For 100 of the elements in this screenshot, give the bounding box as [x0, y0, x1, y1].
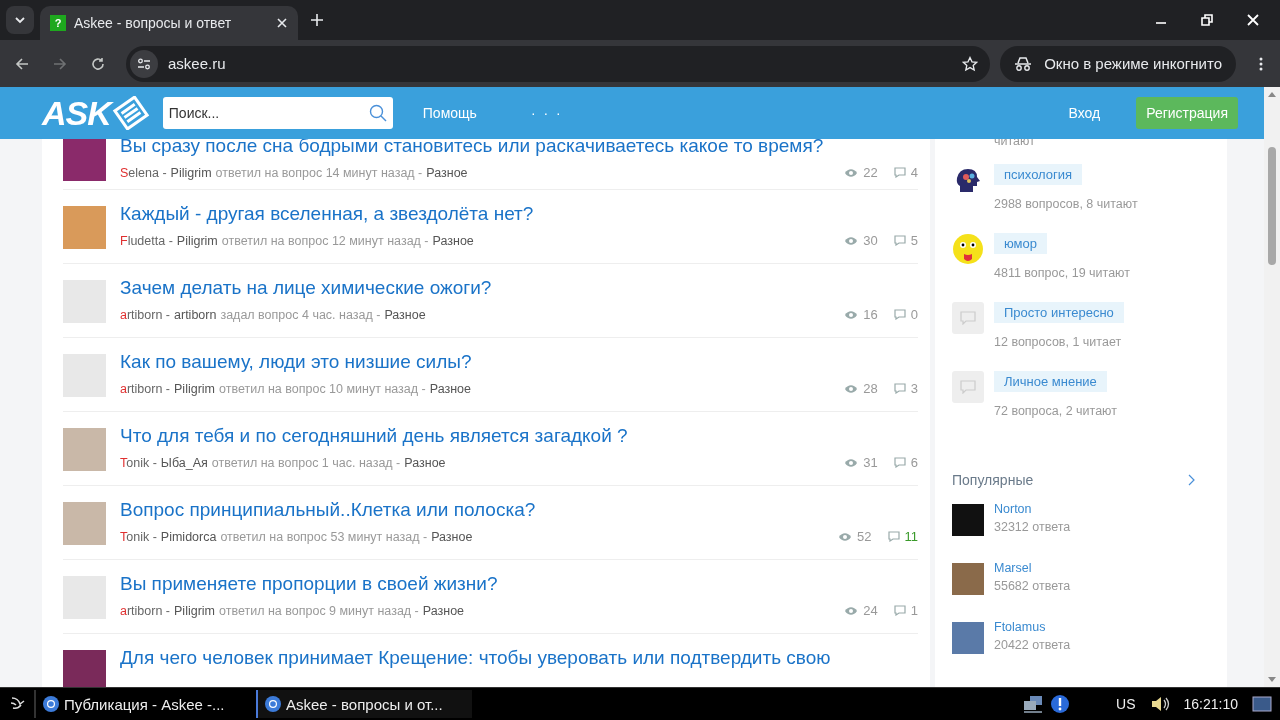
- restore-icon[interactable]: [1200, 13, 1214, 27]
- question-link[interactable]: Зачем делать на лице химические ожоги?: [120, 277, 918, 299]
- tab-list-button[interactable]: [6, 6, 34, 34]
- category-link[interactable]: Разное: [426, 165, 468, 180]
- user-link[interactable]: Ftolamus: [994, 619, 1071, 634]
- user-link[interactable]: artiborn: [174, 307, 217, 322]
- taskbar-button[interactable]: Публикация - Askee -...: [34, 690, 250, 718]
- answer-stats: 20422 ответа: [994, 637, 1071, 652]
- activity-text: ответил на вопрос 53 минут назад -: [220, 529, 428, 544]
- clock[interactable]: 16:21:10: [1183, 696, 1238, 712]
- search-field[interactable]: Поиск...: [162, 97, 393, 129]
- author-link[interactable]: Selena -: [120, 165, 167, 180]
- topic-tag[interactable]: Просто интересно: [994, 301, 1124, 323]
- question-link[interactable]: Как по вашему, люди это низшие силы?: [120, 351, 918, 373]
- reload-icon[interactable]: [90, 55, 106, 72]
- category-link[interactable]: Разное: [431, 529, 473, 544]
- browser-icon: [264, 695, 282, 713]
- avatar-placeholder[interactable]: [952, 503, 984, 536]
- task-label: Askee - вопросы и от...: [286, 695, 443, 713]
- topic-tag[interactable]: юмор: [994, 232, 1047, 254]
- category-link[interactable]: Разное: [422, 603, 465, 618]
- topic-tag[interactable]: Личное мнение: [994, 370, 1107, 392]
- taskbar-button[interactable]: Askee - вопросы и от...: [256, 690, 472, 718]
- scroll-up-icon[interactable]: [1268, 91, 1276, 97]
- eye-icon: [844, 235, 859, 246]
- question-link[interactable]: Вы применяете пропорции в своей жизни?: [120, 573, 918, 595]
- eye-icon: [838, 531, 853, 542]
- user-link[interactable]: Piligrim: [170, 165, 212, 180]
- user-link[interactable]: Piligrim: [174, 603, 215, 618]
- view-count: 30: [863, 233, 878, 248]
- incognito-icon: [1014, 56, 1033, 71]
- new-tab-icon[interactable]: [310, 13, 324, 27]
- view-count: 24: [863, 603, 878, 618]
- scrollbar-thumb[interactable]: [1268, 147, 1276, 265]
- question-link[interactable]: Для чего человек принимает Крещение: чтобы уверовать или подтвердить свою: [120, 647, 918, 669]
- category-link[interactable]: Разное: [432, 233, 474, 248]
- user-link[interactable]: Norton: [994, 501, 1071, 516]
- topic-stats: читают: [994, 139, 1036, 148]
- address-bar[interactable]: askee.ru: [126, 45, 991, 82]
- topic-comment-icon: [952, 301, 984, 334]
- eye-icon: [844, 167, 859, 178]
- eye-icon: [844, 457, 859, 468]
- user-link[interactable]: Piligrim: [174, 381, 215, 396]
- activity-text: ответил на вопрос 1 час. назад -: [211, 455, 401, 470]
- comment-icon: [887, 531, 900, 542]
- close-window-icon[interactable]: [1246, 13, 1260, 27]
- topic-stats: 4811 вопрос, 19 читают: [994, 265, 1130, 280]
- author-link[interactable]: artiborn -: [120, 603, 171, 618]
- author-link[interactable]: Tonik -: [120, 529, 157, 544]
- answer-count: 11: [904, 529, 918, 544]
- smiley-icon: [952, 232, 984, 265]
- user-link[interactable]: Marsel: [994, 560, 1071, 575]
- category-link[interactable]: Разное: [384, 307, 426, 322]
- activity-text: задал вопрос 4 час. назад -: [220, 307, 381, 322]
- category-link[interactable]: Разное: [404, 455, 446, 470]
- answer-count: 3: [910, 381, 918, 396]
- user-link[interactable]: Piligrim: [176, 233, 218, 248]
- author-link[interactable]: artiborn -: [120, 307, 171, 322]
- view-count: 31: [863, 455, 878, 470]
- keyboard-layout[interactable]: US: [1116, 696, 1136, 712]
- author-link[interactable]: Tonik -: [120, 455, 157, 470]
- tab-title: Askee - вопросы и ответ: [74, 15, 233, 31]
- author-link[interactable]: Fludetta -: [120, 233, 173, 248]
- author-link[interactable]: artiborn -: [120, 381, 171, 396]
- answer-stats: 55682 ответа: [994, 578, 1071, 593]
- comment-icon: [893, 167, 906, 178]
- question-link[interactable]: Вопрос принципиальный..Клетка или полоска?: [120, 499, 918, 521]
- question-link[interactable]: Каждый - другая вселенная, а звездолёта нет?: [120, 203, 918, 225]
- user-link[interactable]: Pimidorca: [160, 529, 217, 544]
- comment-icon: [893, 383, 906, 394]
- close-icon[interactable]: [276, 17, 288, 29]
- volume-icon[interactable]: [1149, 695, 1170, 713]
- activity-text: ответил на вопрос 14 минут назад -: [215, 165, 423, 180]
- topic-tag[interactable]: психология: [994, 163, 1083, 185]
- incognito-chip[interactable]: Окно в режиме инкогнито: [1000, 45, 1236, 82]
- view-count: 22: [863, 165, 878, 180]
- category-link[interactable]: Разное: [429, 381, 472, 396]
- bookmark-star-icon[interactable]: [962, 55, 979, 72]
- eye-icon: [844, 309, 859, 320]
- chevron-right-icon[interactable]: [1188, 473, 1196, 486]
- search-icon[interactable]: [368, 104, 387, 122]
- section-title: Популярные: [952, 471, 1034, 488]
- topic-comment-icon: [952, 370, 984, 403]
- site-settings-icon[interactable]: [130, 49, 158, 78]
- forward-icon[interactable]: [52, 55, 68, 72]
- alert-icon[interactable]: [1050, 694, 1071, 714]
- back-icon[interactable]: [14, 55, 30, 72]
- scroll-down-icon[interactable]: [1268, 677, 1276, 683]
- favicon-icon: ?: [50, 15, 66, 31]
- activity-text: ответил на вопрос 12 минут назад -: [221, 233, 429, 248]
- comment-icon: [893, 605, 906, 616]
- topic-stats: 12 вопросов, 1 читает: [994, 334, 1123, 349]
- comment-icon: [893, 235, 906, 246]
- question-link[interactable]: Что для тебя и по сегодняшний день является загадкой ?: [120, 425, 918, 447]
- user-link[interactable]: Ыба_Ая: [160, 455, 208, 470]
- more-menu-icon[interactable]: [1258, 55, 1264, 72]
- scrollbar-track[interactable]: [1264, 87, 1280, 687]
- browser-tab[interactable]: ? Askee - вопросы и ответ: [40, 6, 298, 40]
- answer-count: 4: [910, 165, 918, 180]
- network-icon[interactable]: [1022, 695, 1045, 713]
